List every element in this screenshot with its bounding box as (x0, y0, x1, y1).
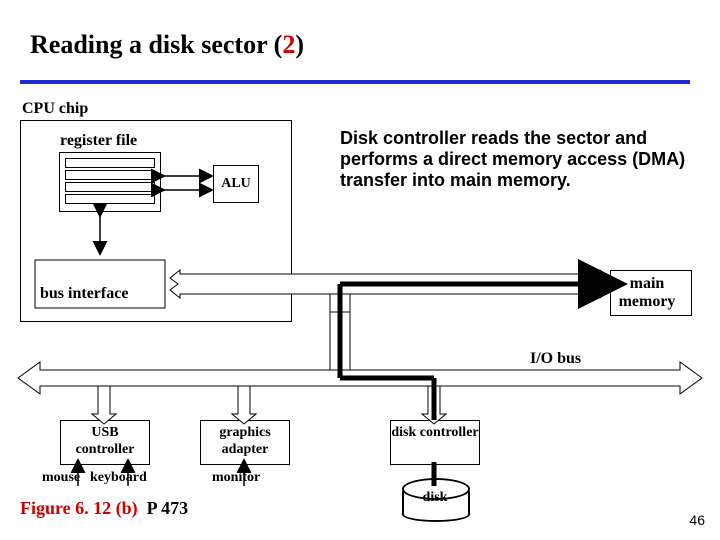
diagram-arrows (0, 0, 720, 540)
slide-stage: Reading a disk sector (2) CPU chip regis… (0, 0, 720, 540)
